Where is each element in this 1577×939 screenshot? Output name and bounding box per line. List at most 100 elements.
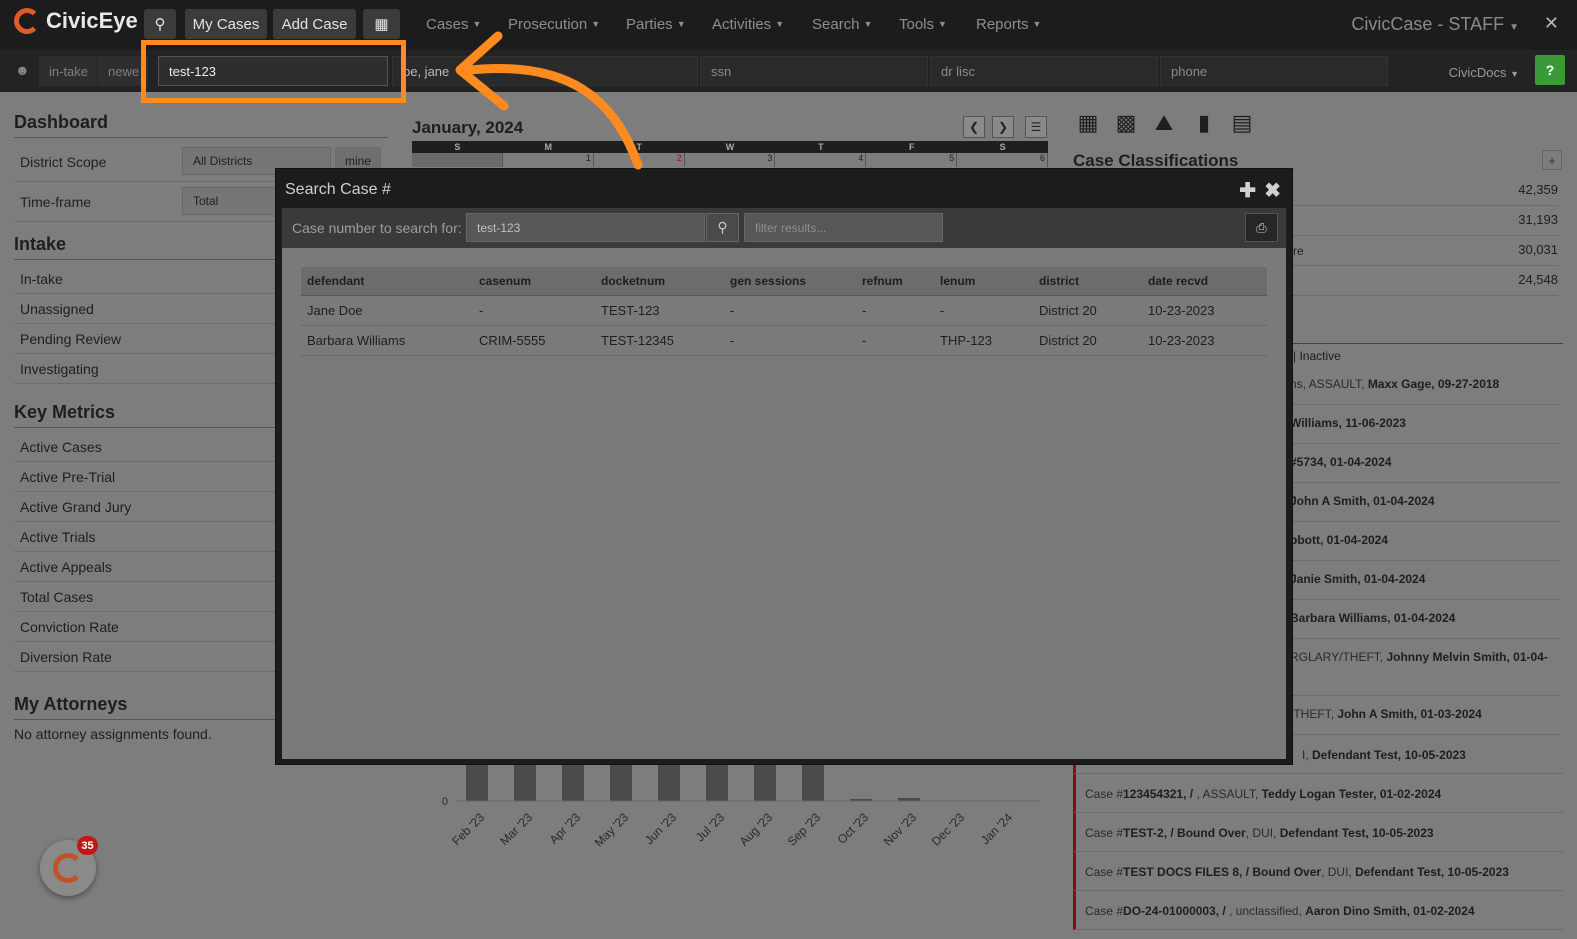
book-icon[interactable]: ▤ [1229, 110, 1255, 136]
cell-district: District 20 [1033, 295, 1142, 326]
app-title: CivicCase - STAFF [1351, 14, 1505, 34]
case-number-label: Case number to search for: [292, 220, 462, 236]
col-lenum[interactable]: lenum [934, 267, 1033, 296]
phone-field[interactable]: phone [1160, 56, 1388, 86]
col-date-recvd[interactable]: date recvd [1142, 267, 1267, 296]
col-casenum[interactable]: casenum [473, 267, 595, 296]
activity-item[interactable]: Case #123454321, / , ASSAULT, Teddy Loga… [1073, 774, 1563, 813]
intake-tab[interactable]: in-take [39, 56, 97, 86]
activity-defendant: John A Smith, 01-04-2024 [1290, 494, 1435, 508]
cell-date-recvd: 10-23-2023 [1142, 295, 1267, 326]
menu-search[interactable]: Search ▼ [812, 16, 872, 33]
calendar-icon[interactable]: ▩ [1113, 110, 1139, 136]
chevron-left-icon[interactable]: ❮ [963, 116, 985, 138]
chart-y-tick-label: 0 [442, 796, 448, 808]
civicdocs-label: CivicDocs [1448, 65, 1507, 80]
calendar-day[interactable]: 4 [775, 153, 867, 167]
activity-item[interactable]: Case #DO-24-01000003, / , unclassified, … [1073, 891, 1563, 930]
calendar-day[interactable] [412, 153, 503, 167]
activity-case: 123454321, / [1123, 787, 1197, 801]
activity-defendant: bbott, 01-04-2024 [1290, 533, 1389, 547]
menu-cases[interactable]: Cases ▼ [426, 16, 481, 33]
activity-item[interactable]: Case #TEST DOCS FILES 8, / Bound Over, D… [1073, 852, 1563, 891]
ssn-field[interactable]: ssn [700, 56, 928, 86]
caret-down-icon: ▼ [1509, 22, 1519, 33]
close-icon[interactable]: ✕ [1544, 13, 1559, 34]
add-case-button[interactable]: Add Case [273, 9, 356, 39]
calculator-icon[interactable]: ▦ [363, 9, 400, 39]
brand[interactable]: CivicEye [14, 8, 138, 34]
name-search-field[interactable]: pe, jane [392, 56, 698, 86]
filter-results-input[interactable]: filter results... [744, 213, 943, 242]
calendar-day[interactable]: 2 [594, 153, 685, 167]
brand-name: CivicEye [46, 8, 138, 33]
plus-icon[interactable]: ✚ [1239, 178, 1256, 203]
activity-defendant: Janie Smith, 01-04-2024 [1290, 572, 1426, 586]
help-button[interactable]: ? [1535, 55, 1565, 85]
menu-prosecution[interactable]: Prosecution ▼ [508, 16, 600, 33]
chart-tick-label: Nov '23 [881, 810, 920, 849]
menu-activities[interactable]: Activities ▼ [712, 16, 784, 33]
menu-label: Search [812, 16, 860, 33]
dr-lisc-field[interactable]: dr lisc [930, 56, 1158, 86]
search-icon[interactable]: ⚲ [706, 213, 739, 242]
activity-item[interactable]: Janie Smith, 01-04-2024 [1290, 561, 1560, 600]
calendar-day[interactable]: 3 [685, 153, 776, 167]
col-defendant[interactable]: defendant [301, 267, 473, 296]
activity-item[interactable]: Williams, 11-06-2023 [1290, 405, 1560, 444]
timeframe-select[interactable]: Total [182, 187, 282, 215]
user-icon[interactable]: ☻ [15, 62, 30, 78]
cell-docketnum: TEST-12345 [595, 325, 724, 356]
activity-item[interactable]: /THEFT, John A Smith, 01-03-2024 [1290, 696, 1560, 735]
calculator-icon[interactable]: ▦ [1075, 110, 1101, 136]
calendar-title: January, 2024 [412, 118, 524, 137]
add-classification-button[interactable]: + [1542, 150, 1562, 170]
cell-casenum: CRIM-5555 [473, 325, 595, 356]
calendar-list-icon[interactable]: ☰ [1025, 116, 1047, 138]
calendar-weekday-header: S M T W T F S [412, 141, 1048, 153]
cell-date-recvd: 10-23-2023 [1142, 325, 1267, 356]
menu-label: Reports [976, 16, 1029, 33]
activity-item[interactable]: #5734, 01-04-2024 [1290, 444, 1560, 483]
activity-item[interactable]: RGLARY/THEFT, Johnny Melvin Smith, 01-04… [1290, 639, 1560, 696]
district-scope-label: District Scope [20, 153, 107, 170]
col-refnum[interactable]: refnum [856, 267, 934, 296]
col-district[interactable]: district [1033, 267, 1142, 296]
caret-down-icon: ▼ [591, 19, 601, 29]
dashboard-title: Dashboard [14, 112, 388, 138]
activity-text: Case # [1085, 904, 1124, 918]
chart-tick-label: May '23 [592, 810, 632, 850]
calendar-day[interactable]: 6 [957, 153, 1049, 167]
activity-item[interactable]: bbott, 01-04-2024 [1290, 522, 1560, 561]
map-icon[interactable]: ⛰ [1151, 110, 1177, 136]
table-row[interactable]: Barbara Williams CRIM-5555 TEST-12345 - … [301, 325, 1267, 356]
activity-text: , DUI, [1321, 865, 1356, 879]
chevron-right-icon[interactable]: ❯ [992, 116, 1014, 138]
classification-count: 24,548 [1290, 266, 1558, 296]
civicdocs-menu[interactable]: CivicDocs ▼ [1449, 65, 1519, 80]
menu-reports[interactable]: Reports ▼ [976, 16, 1041, 33]
close-icon[interactable]: ✖ [1264, 178, 1281, 203]
app-title-menu[interactable]: CivicCase - STAFF ▼ [1351, 14, 1519, 35]
menu-parties[interactable]: Parties ▼ [626, 16, 686, 33]
activity-item[interactable]: Barbara Williams, 01-04-2024 [1290, 600, 1560, 639]
table-row[interactable]: Jane Doe - TEST-123 - - - District 20 10… [301, 295, 1267, 326]
search-icon[interactable]: ⚲ [144, 9, 176, 39]
calendar-day[interactable]: 5 [866, 153, 958, 167]
case-number-input[interactable]: test-123 [466, 213, 705, 242]
menu-tools[interactable]: Tools ▼ [899, 16, 947, 33]
calendar-day[interactable]: 1 [503, 153, 594, 167]
activity-item[interactable]: Case #TEST-2, / Bound Over, DUI, Defenda… [1073, 813, 1563, 852]
col-docketnum[interactable]: docketnum [595, 267, 724, 296]
activity-item[interactable]: John A Smith, 01-04-2024 [1290, 483, 1560, 522]
inactive-filter[interactable]: | Inactive [1293, 349, 1341, 363]
print-icon[interactable]: ⎙ [1245, 213, 1278, 242]
caret-down-icon: ▼ [863, 19, 873, 29]
activity-item[interactable]: ns, ASSAULT, Maxx Gage, 09-27-2018 [1290, 366, 1560, 405]
col-gen-sessions[interactable]: gen sessions [724, 267, 856, 296]
caret-down-icon: ▼ [938, 19, 947, 29]
chart-tick-label: Mar '23 [497, 810, 535, 848]
activity-defendant: Defendant Test, 10-05-2023 [1355, 865, 1509, 879]
my-cases-button[interactable]: My Cases [185, 9, 267, 39]
document-icon[interactable]: ▮ [1191, 110, 1217, 136]
